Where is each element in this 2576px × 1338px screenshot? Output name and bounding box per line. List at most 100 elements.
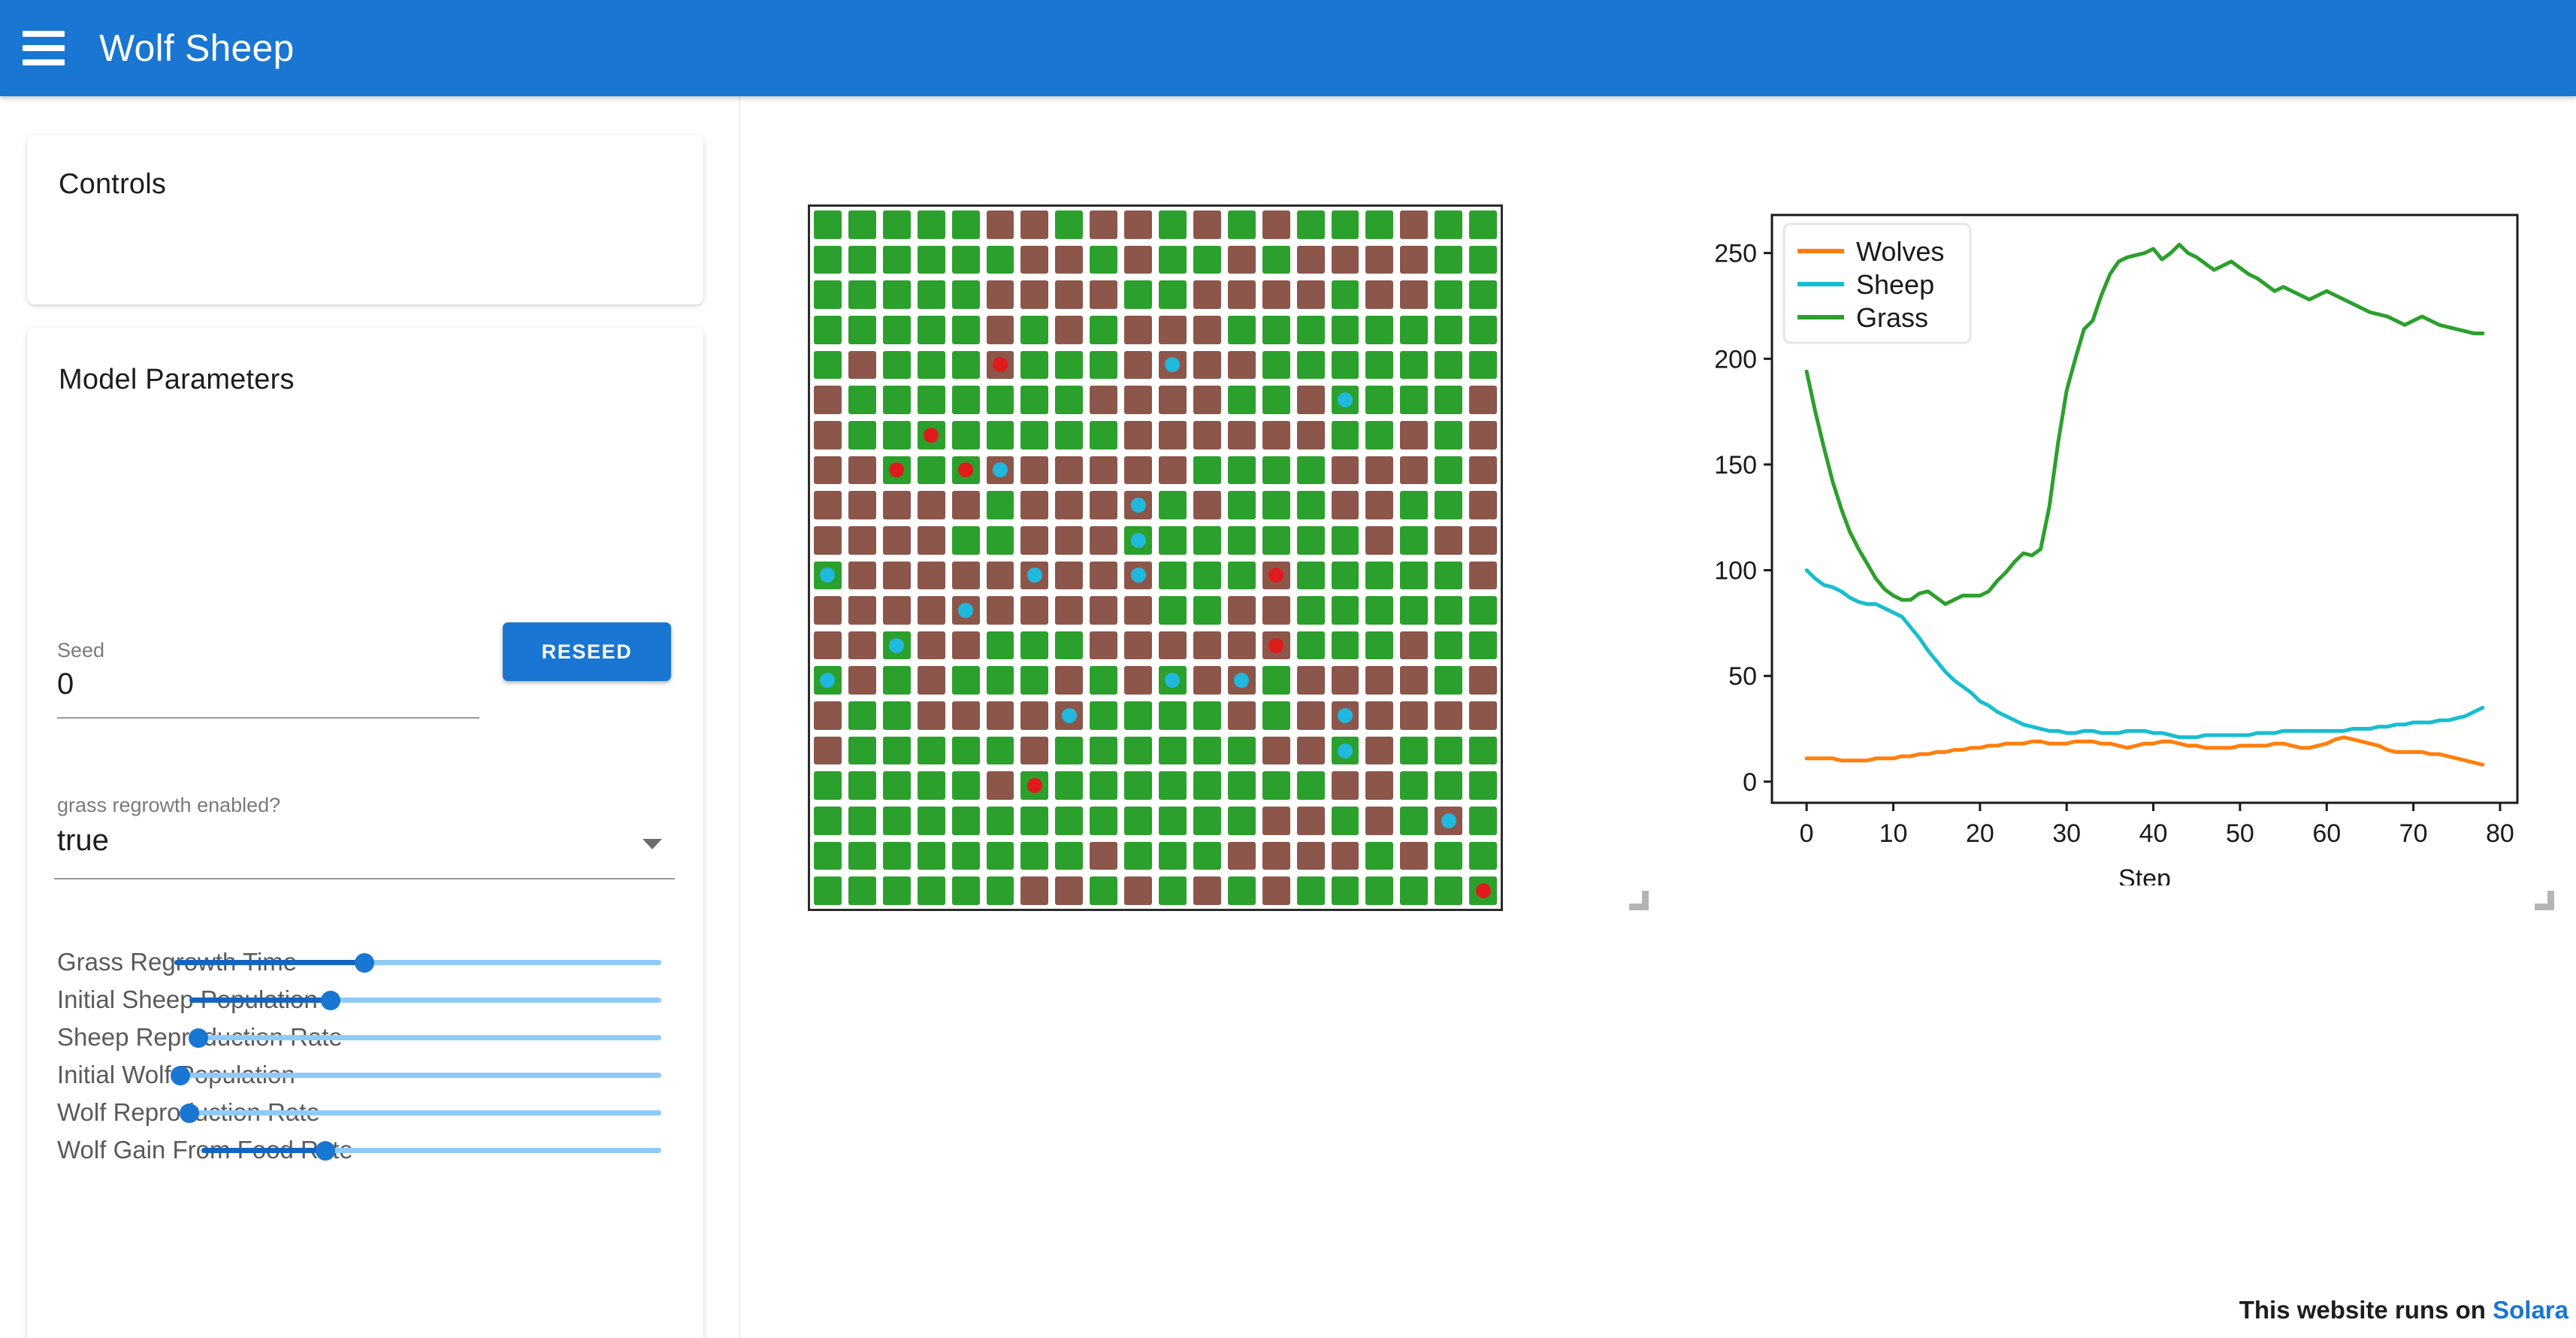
grid-cell <box>1090 701 1118 730</box>
grid-cell <box>1124 245 1152 274</box>
grid-cell <box>1020 807 1049 835</box>
grid-cell <box>1227 807 1256 835</box>
grid-cell <box>951 561 980 590</box>
sheep-agent <box>958 602 974 618</box>
sheep-agent <box>820 673 836 689</box>
grid-cell <box>1020 525 1049 555</box>
model-parameters-title: Model Parameters <box>59 364 295 395</box>
grid-cell <box>1435 561 1463 590</box>
grid-cell <box>986 420 1014 450</box>
grid-cell <box>1159 596 1187 625</box>
grid-cell <box>1227 491 1256 519</box>
seed-input[interactable]: 0 <box>57 667 74 701</box>
grid-cell <box>1262 245 1290 274</box>
grid-cell <box>1124 841 1152 870</box>
grid-cell <box>1400 491 1429 519</box>
grid-cell <box>1365 666 1394 695</box>
grid-cell <box>1365 456 1394 485</box>
grid-cell <box>1400 807 1429 835</box>
grid-cell <box>1435 666 1463 695</box>
hamburger-menu-icon[interactable] <box>23 31 65 65</box>
grid-cell <box>882 420 911 450</box>
population-chart: 0 50 100 150 200 250 0 10 20 30 40 50 60 70 80 Step Wolv… <box>1683 209 2525 885</box>
grid-resize-handle[interactable] <box>1629 891 1649 910</box>
grid-cell <box>986 736 1014 765</box>
reseed-button[interactable]: RESEED <box>503 622 671 681</box>
grid-cell <box>1124 876 1152 905</box>
slider-thumb[interactable] <box>321 991 341 1010</box>
grid-cell <box>1090 420 1118 450</box>
grid-cell <box>1400 350 1429 380</box>
chart-resize-handle[interactable] <box>2535 891 2554 910</box>
grid-cell <box>1159 876 1187 905</box>
grid-cell <box>1296 631 1325 660</box>
wolf-agent <box>924 427 939 443</box>
slider-thumb[interactable] <box>171 1066 190 1085</box>
grid-cell <box>986 350 1014 380</box>
grid-cell <box>917 491 945 519</box>
y-tick-label: 0 <box>1743 768 1757 797</box>
slider-track[interactable] <box>198 1035 661 1040</box>
sidebar: Controls RESET STEP Model Parameters See… <box>0 96 740 1338</box>
grid-cell <box>1159 631 1187 660</box>
grid-cell <box>1469 771 1497 801</box>
grid-cell <box>1262 596 1290 625</box>
hamburger-bar <box>23 59 65 65</box>
grid-cell <box>848 245 876 274</box>
grid-cell <box>1331 876 1359 905</box>
hamburger-bar <box>23 45 65 51</box>
grid-cell <box>1296 315 1325 344</box>
wolf-agent <box>992 357 1008 373</box>
grid-cell <box>882 596 911 625</box>
grid-cell <box>848 771 876 801</box>
slider-track[interactable] <box>180 1073 661 1078</box>
chevron-down-icon[interactable] <box>642 839 662 849</box>
slider-fill <box>201 1148 326 1153</box>
grid-cell <box>1227 561 1256 590</box>
grid-cell <box>1159 807 1187 835</box>
grid-cell <box>1159 491 1187 519</box>
grid-cell <box>1055 666 1084 695</box>
grid-cell <box>1296 807 1325 835</box>
grid-cell <box>1435 525 1463 555</box>
grid-cell <box>848 876 876 905</box>
grid-cell <box>1090 631 1118 660</box>
grid-cell <box>1400 631 1429 660</box>
y-tick-label: 250 <box>1714 240 1757 268</box>
x-tick-label: 60 <box>2312 819 2341 848</box>
slider-thumb[interactable] <box>189 1028 208 1048</box>
grid-cell <box>1262 386 1290 414</box>
grid-cell <box>882 561 911 590</box>
slider-thumb[interactable] <box>354 953 374 973</box>
grid-cell <box>1124 280 1152 309</box>
grid-cell <box>1469 350 1497 380</box>
grid-cell <box>1090 350 1118 380</box>
grid-cell <box>1296 525 1325 555</box>
grass-regrowth-select[interactable]: true <box>57 824 109 858</box>
grid-cell <box>1193 525 1221 555</box>
grid-cell <box>1435 701 1463 730</box>
grid-cell <box>882 456 911 485</box>
grid-cell <box>1365 876 1394 905</box>
x-axis-label: Step <box>2118 864 2171 885</box>
grid-cell <box>1227 350 1256 380</box>
grid-cell <box>1124 631 1152 660</box>
wolf-agent <box>1026 778 1042 794</box>
grid-cell <box>1193 561 1221 590</box>
agent-grid <box>814 210 1497 905</box>
grid-cell <box>882 771 911 801</box>
slider-track[interactable] <box>189 1110 661 1116</box>
grid-cell <box>1262 771 1290 801</box>
grid-cell <box>1469 701 1497 730</box>
grid-cell <box>951 280 980 309</box>
grid-cell <box>917 876 945 905</box>
grid-cell <box>1227 876 1256 905</box>
grid-cell <box>917 666 945 695</box>
grid-cell <box>1090 876 1118 905</box>
grid-cell <box>814 596 842 625</box>
grid-cell <box>814 876 842 905</box>
slider-thumb[interactable] <box>180 1103 199 1123</box>
wolf-agent <box>889 462 905 478</box>
wolf-agent <box>1475 883 1491 899</box>
solara-link[interactable]: Solara <box>2493 1296 2568 1324</box>
